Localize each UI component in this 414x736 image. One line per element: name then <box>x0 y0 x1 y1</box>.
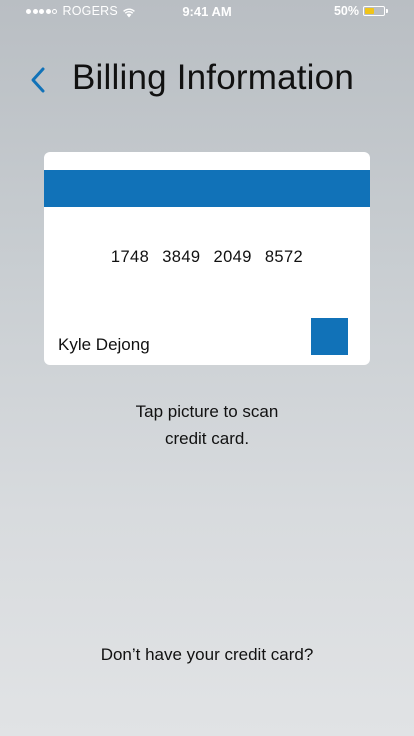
scan-instruction-line: credit card. <box>164 429 250 448</box>
chevron-left-icon <box>26 64 52 96</box>
card-number-group: 8572 <box>264 248 304 266</box>
battery-level <box>365 8 374 14</box>
scan-instruction-line: Tap picture to scan <box>135 402 279 421</box>
cardholder-name: Kyle Dejong <box>58 335 150 354</box>
scan-instruction: Tap picture to scan credit card. <box>0 398 414 452</box>
no-credit-card-link[interactable]: Don’t have your credit card? <box>0 645 414 665</box>
card-number: 1748 3849 2049 8572 <box>44 248 370 267</box>
battery-percent: 50% <box>333 4 359 18</box>
card-chip <box>311 318 348 355</box>
page-title: Billing Information <box>72 58 354 97</box>
card-number-group: 2049 <box>213 248 252 266</box>
battery-tip <box>386 9 388 13</box>
status-right: 50% <box>334 4 388 18</box>
card-magnetic-stripe <box>44 170 370 207</box>
card-number-group: 3849 <box>162 248 201 266</box>
status-bar: ROGERS 9:41 AM 50% <box>0 0 414 22</box>
card-number-group: 1748 <box>110 248 150 266</box>
credit-card-scan-button[interactable]: 1748 3849 2049 8572 Kyle Dejong <box>44 152 370 365</box>
battery-icon <box>363 6 385 16</box>
back-button[interactable] <box>26 64 52 96</box>
